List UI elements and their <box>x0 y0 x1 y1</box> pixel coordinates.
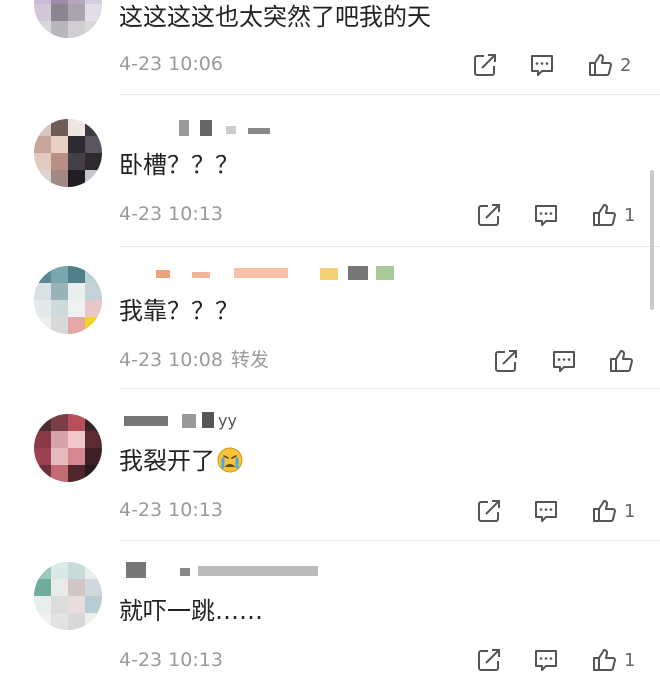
share-button[interactable] <box>475 200 503 230</box>
thumbs-up-icon <box>590 497 618 525</box>
avatar[interactable] <box>34 119 102 187</box>
timestamp-text: 4-23 10:13 <box>119 499 223 521</box>
comment-timestamp: 4-23 10:13 <box>119 648 223 672</box>
like-count: 1 <box>624 204 636 226</box>
comment-timestamp: 4-23 10:13 <box>119 202 223 226</box>
crying-face-emoji <box>217 447 243 473</box>
thumbs-up-icon <box>586 51 614 79</box>
like-button[interactable]: 1 <box>590 496 635 526</box>
comment-icon <box>532 201 560 229</box>
comment-icon <box>550 347 578 375</box>
comment-icon <box>528 51 556 79</box>
timestamp-text: 4-23 10:13 <box>119 649 223 671</box>
like-button[interactable]: 2 <box>586 50 631 80</box>
share-icon <box>475 201 503 229</box>
avatar[interactable] <box>34 0 102 38</box>
thumbs-up-icon <box>590 201 618 229</box>
comment-timestamp: 4-23 10:13 <box>119 498 223 522</box>
comment-icon <box>532 497 560 525</box>
share-icon <box>492 347 520 375</box>
scrollbar[interactable] <box>650 170 654 310</box>
like-count: 1 <box>624 500 636 522</box>
share-icon <box>475 497 503 525</box>
comment-text: 卧槽？？？ <box>119 151 239 179</box>
comment-button[interactable] <box>532 496 560 526</box>
like-button[interactable]: 1 <box>590 200 635 230</box>
divider <box>119 540 660 541</box>
comment-text: 这这这这也太突然了吧我的天 <box>119 3 431 31</box>
like-count: 1 <box>624 649 636 671</box>
forward-link[interactable]: 转发 <box>231 349 269 371</box>
share-button[interactable] <box>475 645 503 675</box>
divider <box>119 388 660 389</box>
comment-button[interactable] <box>532 200 560 230</box>
like-button[interactable] <box>607 346 635 376</box>
like-count: 2 <box>620 54 632 76</box>
timestamp-text: 4-23 10:08 <box>119 349 223 371</box>
timestamp-text: 4-23 10:06 <box>119 53 223 75</box>
comment-button[interactable] <box>532 645 560 675</box>
username-visible-fragment: yy <box>218 411 237 430</box>
avatar[interactable] <box>34 562 102 630</box>
share-icon <box>471 51 499 79</box>
divider <box>119 246 660 247</box>
comment-button[interactable] <box>550 346 578 376</box>
avatar[interactable] <box>34 266 102 334</box>
comment-button[interactable] <box>528 50 556 80</box>
comment-text-content: 我裂开了 <box>119 447 215 475</box>
thumbs-up-icon <box>590 646 618 674</box>
comment-timestamp: 4-23 10:06 <box>119 52 223 76</box>
share-button[interactable] <box>492 346 520 376</box>
comment-timestamp: 4-23 10:08 转发 <box>119 348 269 372</box>
share-button[interactable] <box>475 496 503 526</box>
comment-text: 就吓一跳…… <box>119 597 263 625</box>
like-button[interactable]: 1 <box>590 645 635 675</box>
comment-text: 我裂开了 <box>119 446 243 476</box>
share-icon <box>475 646 503 674</box>
comment-text: 我靠？？？ <box>119 297 239 325</box>
divider <box>119 94 660 95</box>
comment-feed: 这这这这也太突然了吧我的天 4-23 10:06 2 卧槽？？？ 4-23 10… <box>0 0 660 684</box>
thumbs-up-icon <box>607 347 635 375</box>
timestamp-text: 4-23 10:13 <box>119 203 223 225</box>
share-button[interactable] <box>471 50 499 80</box>
comment-icon <box>532 646 560 674</box>
avatar[interactable] <box>34 414 102 482</box>
